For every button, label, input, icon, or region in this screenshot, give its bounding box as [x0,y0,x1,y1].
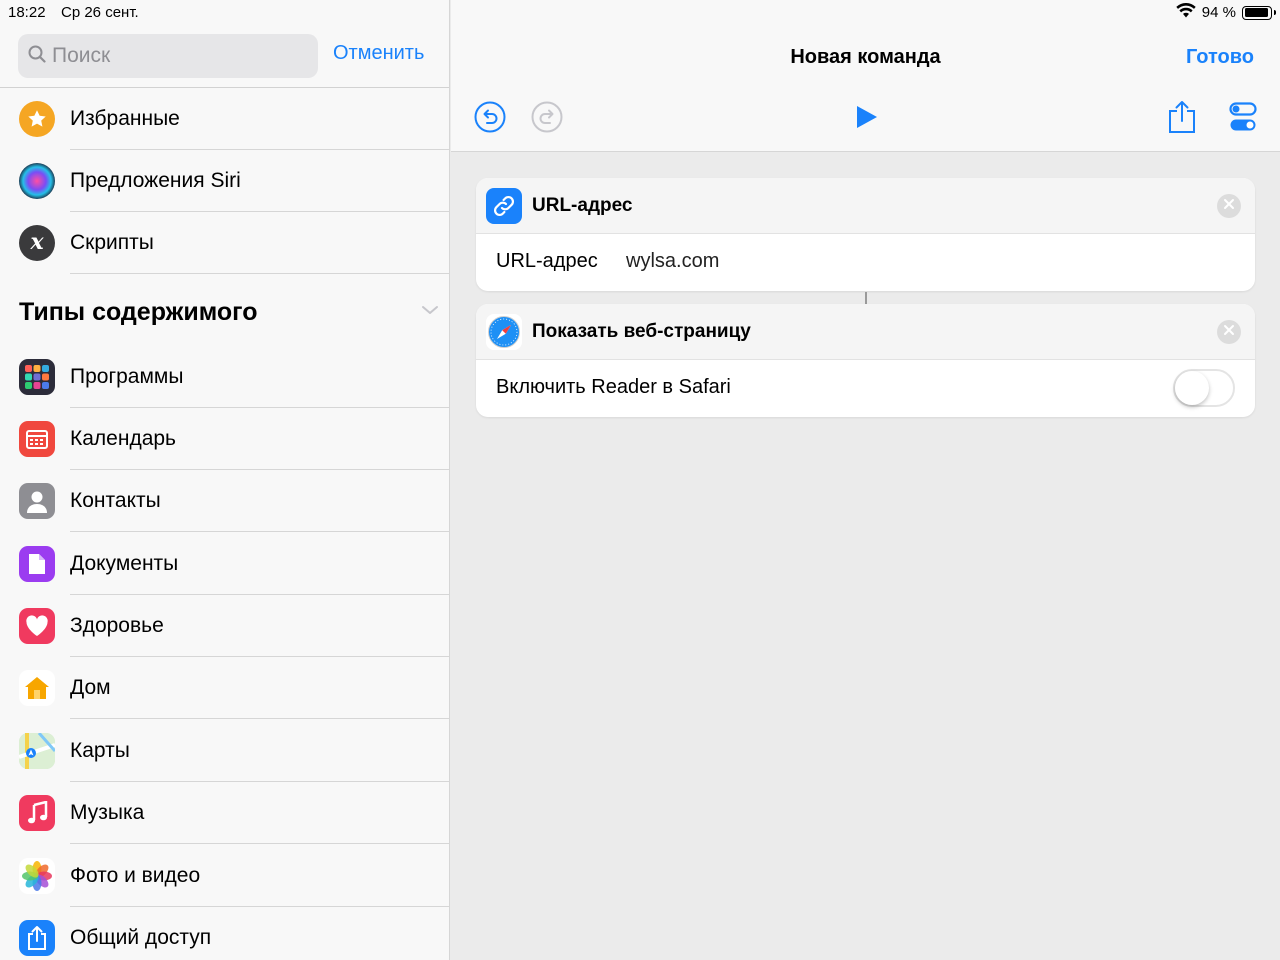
sidebar-item-calendar[interactable]: Календарь [0,408,449,470]
status-date: Ср 26 сент. [61,4,139,21]
search-input[interactable] [52,44,292,68]
apps-grid-icon [19,359,55,395]
redo-button[interactable] [528,100,566,138]
sidebar-item-documents[interactable]: Документы [0,533,449,595]
sidebar-item-scripts[interactable]: x Скрипты [0,212,449,274]
parameter-label: Включить Reader в Safari [496,376,731,398]
maps-icon [19,733,55,769]
sidebar-item-siri-suggestions[interactable]: Предложения Siri [0,150,449,212]
cancel-button[interactable]: Отменить [333,42,424,65]
battery-percent: 94 % [1201,4,1236,21]
action-card-url[interactable]: URL-адрес URL-адрес wylsa.com [476,178,1255,291]
action-connector [865,292,867,304]
sidebar-item-label: Здоровье [70,614,164,637]
chevron-down-icon[interactable] [421,303,439,321]
sidebar-item-home[interactable]: Дом [0,657,449,719]
redo-icon [531,101,563,138]
sidebar-item-label: Музыка [70,801,145,824]
photos-icon [19,858,55,894]
sidebar-item-label: Дом [70,676,111,699]
shortcut-editor: Новая команда Готово URL-адрес URL-адрес… [451,0,1280,960]
action-header: URL-адрес [476,178,1255,234]
share-button[interactable] [1163,100,1201,138]
heart-icon [19,608,55,644]
contact-icon [19,483,55,519]
sidebar-item-label: Контакты [70,489,161,512]
run-button[interactable] [847,100,885,138]
home-icon [19,670,55,706]
status-time: 18:22 [8,4,46,21]
sidebar-item-photos[interactable]: Фото и видео [0,845,449,907]
action-header: Показать веб-страницу [476,304,1255,360]
search-field[interactable] [18,34,318,78]
battery-icon [1242,5,1276,20]
sidebar-item-label: Скрипты [70,231,154,254]
close-icon [1223,323,1235,341]
link-icon [486,188,522,224]
document-icon [19,546,55,582]
music-icon [19,795,55,831]
calendar-icon [19,421,55,457]
sidebar-item-label: Общий доступ [70,926,212,949]
toggle-settings-icon [1229,101,1257,137]
done-button[interactable]: Готово [1186,46,1254,69]
play-icon [853,104,879,135]
sidebar-item-label: Календарь [70,427,176,450]
safari-icon [486,314,522,350]
sidebar-item-maps[interactable]: Карты [0,720,449,782]
script-x-icon: x [19,225,55,261]
star-icon [19,101,55,137]
reader-mode-toggle[interactable] [1173,369,1235,407]
siri-icon [19,163,55,199]
sidebar-item-apps[interactable]: Программы [0,346,449,408]
page-title: Новая команда [790,46,941,68]
url-value-field[interactable]: wylsa.com [626,250,719,273]
remove-action-button[interactable] [1217,194,1241,218]
section-title: Типы содержимого [19,297,258,326]
remove-action-button[interactable] [1217,320,1241,344]
section-header-content-types[interactable]: Типы содержимого [19,295,439,329]
status-bar: 18:22 Ср 26 сент. 94 % [0,0,1280,26]
undo-button[interactable] [471,100,509,138]
action-card-show-webpage[interactable]: Показать веб-страницу Включить Reader в … [476,304,1255,417]
search-bar: Отменить [0,26,449,88]
sidebar-item-label: Фото и видео [70,864,201,887]
share-icon [1168,100,1196,139]
undo-icon [474,101,506,138]
sidebar-item-favorites[interactable]: Избранные [0,88,449,150]
action-parameter-row: URL-адрес wylsa.com [476,234,1255,291]
action-title: Показать веб-страницу [532,321,751,342]
sidebar-item-label: Карты [70,739,130,762]
sidebar-item-label: Программы [70,365,184,388]
sidebar-item-label: Предложения Siri [70,169,241,192]
wifi-icon [1176,2,1196,22]
sidebar-item-music[interactable]: Музыка [0,782,449,844]
sidebar: Отменить Избранные Предложения Siri x Ск… [0,0,450,960]
toggle-knob [1175,371,1209,405]
sidebar-item-sharing[interactable]: Общий доступ [0,907,449,960]
action-parameter-row: Включить Reader в Safari [476,360,1255,417]
search-icon [28,45,46,68]
parameter-label: URL-адрес [496,250,598,272]
sidebar-item-health[interactable]: Здоровье [0,595,449,657]
settings-button[interactable] [1224,100,1262,138]
action-title: URL-адрес [532,195,633,216]
sidebar-item-label: Документы [70,552,179,575]
close-icon [1223,197,1235,215]
sidebar-item-contacts[interactable]: Контакты [0,470,449,532]
share-icon [19,920,55,956]
sidebar-item-label: Избранные [70,107,180,130]
